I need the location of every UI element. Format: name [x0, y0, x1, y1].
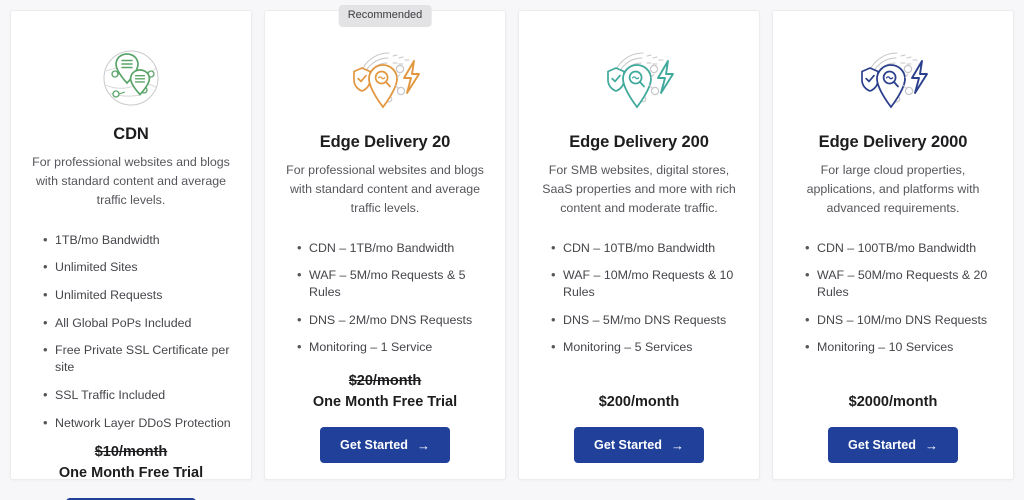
feature-item: WAF – 10M/mo Requests & 10 Rules	[551, 266, 745, 300]
globe-map-pins-icon	[103, 50, 159, 106]
feature-item: 1TB/mo Bandwidth	[43, 231, 237, 249]
feature-item: Unlimited Sites	[43, 258, 237, 276]
plan-title: Edge Delivery 200	[569, 133, 709, 151]
arrow-right-icon: →	[924, 437, 938, 453]
feature-item: Monitoring – 1 Service	[297, 338, 491, 356]
feature-item: CDN – 1TB/mo Bandwidth	[297, 239, 491, 257]
get-started-label: Get Started	[848, 438, 916, 452]
plan-card-edge-delivery-200: Edge Delivery 200 For SMB websites, digi…	[518, 10, 760, 480]
plan-price: $2000/month	[848, 393, 938, 410]
plan-footer: $20/month One Month Free Trial Get Start…	[279, 371, 491, 463]
feature-item: WAF – 5M/mo Requests & 5 Rules	[297, 266, 491, 300]
recommended-badge: Recommended	[338, 5, 432, 27]
arrow-right-icon: →	[670, 437, 684, 453]
get-started-button[interactable]: Get Started →	[574, 427, 704, 463]
plan-icon	[279, 43, 491, 121]
plan-description: For SMB websites, digital stores, SaaS p…	[542, 163, 736, 215]
plan-price: $20/month	[348, 372, 422, 389]
plan-footer: $2000/month Get Started →	[787, 392, 999, 463]
plan-icon	[25, 43, 237, 113]
get-started-label: Get Started	[340, 438, 408, 452]
plan-feature-list: CDN – 1TB/mo Bandwidth WAF – 5M/mo Reques…	[279, 239, 491, 368]
plan-card: Edge Delivery 200 For SMB websites, digi…	[518, 10, 760, 480]
pricing-plans-grid: CDN For professional websites and blogs …	[0, 0, 1024, 500]
feature-item: Monitoring – 10 Services	[805, 338, 999, 356]
plan-description: For large cloud properties, applications…	[806, 163, 980, 215]
plan-description: For professional websites and blogs with…	[286, 163, 484, 215]
plan-card-edge-delivery-2000: Edge Delivery 2000 For large cloud prope…	[772, 10, 1014, 480]
feature-item: CDN – 10TB/mo Bandwidth	[551, 239, 745, 257]
plan-title: CDN	[113, 125, 149, 143]
shield-pin-bolt-icon	[861, 52, 928, 109]
plan-icon	[787, 43, 999, 121]
plan-feature-list: 1TB/mo Bandwidth Unlimited Sites Unlimited…	[25, 231, 237, 443]
feature-item: DNS – 2M/mo DNS Requests	[297, 311, 491, 329]
plan-icon	[533, 43, 745, 121]
shield-pin-bolt-icon	[607, 52, 674, 109]
plan-feature-list: CDN – 10TB/mo Bandwidth WAF – 10M/mo Requ…	[533, 239, 745, 368]
plan-title: Edge Delivery 2000	[818, 133, 968, 151]
plan-card-cdn: CDN For professional websites and blogs …	[10, 10, 252, 500]
shield-pin-bolt-icon	[353, 52, 420, 109]
plan-description: For professional websites and blogs with…	[32, 155, 230, 207]
arrow-right-icon: →	[416, 437, 430, 453]
feature-item: Free Private SSL Certificate per site	[43, 341, 237, 375]
plan-trial-note: One Month Free Trial	[312, 393, 458, 410]
plan-trial-note: One Month Free Trial	[58, 465, 204, 482]
get-started-label: Get Started	[594, 438, 662, 452]
plan-footer: $200/month Get Started →	[533, 392, 745, 463]
feature-item: Unlimited Requests	[43, 286, 237, 304]
feature-item: SSL Traffic Included	[43, 386, 237, 404]
feature-item: Network Layer DDoS Protection	[43, 414, 237, 432]
plan-price: $10/month	[94, 444, 168, 461]
feature-item: WAF – 50M/mo Requests & 20 Rules	[805, 266, 999, 300]
plan-card: Edge Delivery 2000 For large cloud prope…	[772, 10, 1014, 480]
get-started-button[interactable]: Get Started →	[828, 427, 958, 463]
plan-feature-list: CDN – 100TB/mo Bandwidth WAF – 50M/mo Req…	[787, 239, 999, 368]
plan-card: CDN For professional websites and blogs …	[10, 10, 252, 500]
plan-footer: $10/month One Month Free Trial Get Start…	[25, 442, 237, 500]
feature-item: DNS – 5M/mo DNS Requests	[551, 311, 745, 329]
feature-item: CDN – 100TB/mo Bandwidth	[805, 239, 999, 257]
plan-title: Edge Delivery 20	[319, 133, 451, 151]
feature-item: All Global PoPs Included	[43, 314, 237, 332]
feature-item: Monitoring – 5 Services	[551, 338, 745, 356]
plan-card: Edge Delivery 20 For professional websit…	[264, 10, 506, 480]
get-started-button[interactable]: Get Started →	[320, 427, 450, 463]
plan-card-edge-delivery-20: Recommended Edge Delivery 20 For profess…	[264, 5, 506, 480]
feature-item: DNS – 10M/mo DNS Requests	[805, 311, 999, 329]
plan-price: $200/month	[598, 393, 680, 410]
